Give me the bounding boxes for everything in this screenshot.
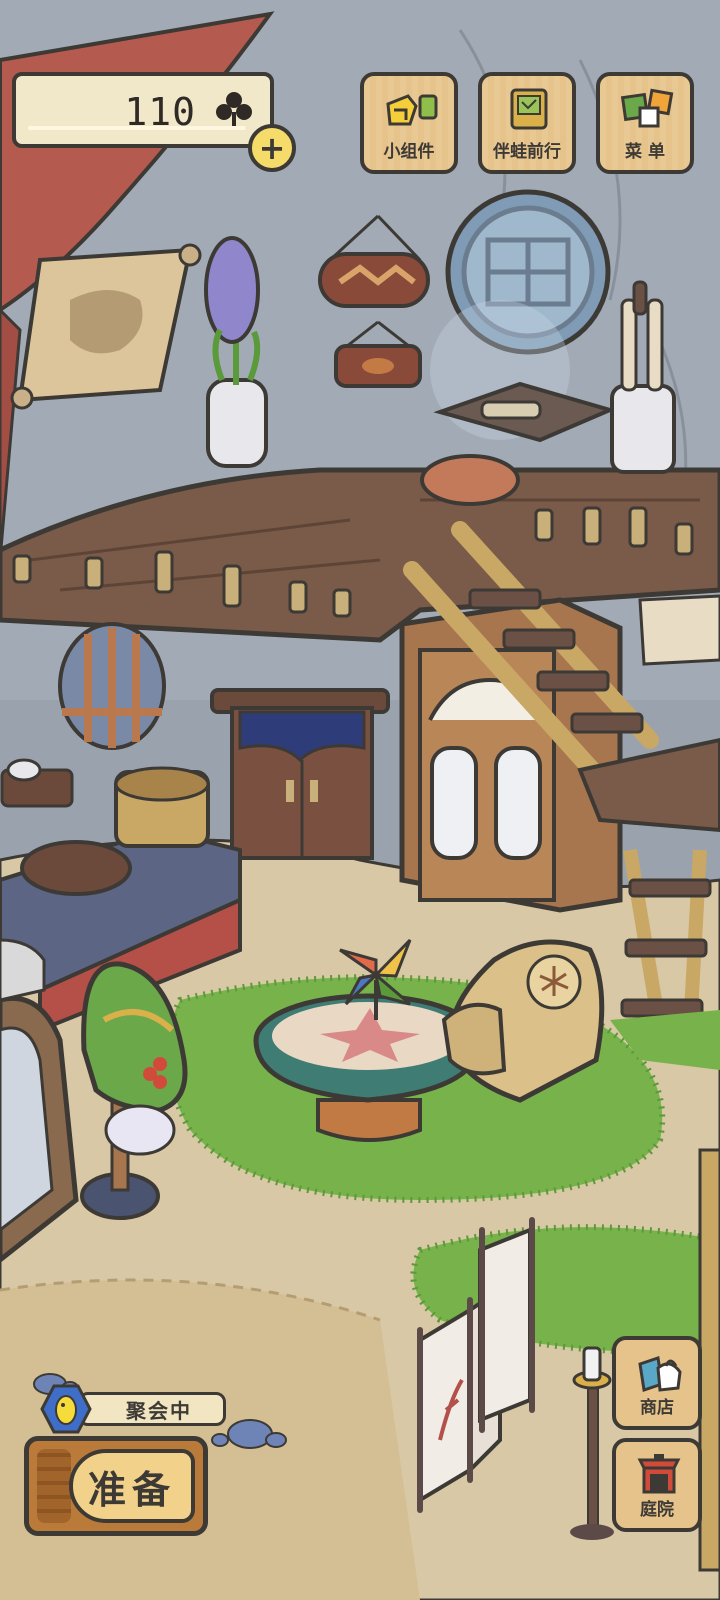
garden-gate-icon	[637, 1454, 681, 1494]
bird-hex-icon	[40, 1384, 92, 1434]
curtained-door	[210, 688, 390, 860]
menu-label: 菜 单	[625, 142, 665, 162]
menu-cards-icon	[620, 88, 674, 128]
travel-album-button[interactable]: 伴蛙前行	[478, 72, 576, 174]
clover-counter: 110	[12, 72, 274, 148]
widget-button[interactable]: 小组件	[360, 72, 458, 174]
travel-album-label: 伴蛙前行	[493, 142, 561, 162]
add-clover-button[interactable]: +	[248, 124, 296, 172]
album-icon	[510, 88, 548, 130]
garden-button[interactable]: 庭院	[612, 1438, 702, 1532]
widget-icon	[386, 94, 438, 126]
prepare-label: 准备	[69, 1449, 195, 1523]
shop-bags-icon	[638, 1356, 682, 1392]
bamboo-pole	[698, 1148, 720, 1572]
widget-label: 小组件	[383, 142, 435, 162]
log-bark	[37, 1449, 71, 1523]
counter-underline	[28, 126, 246, 130]
menu-button[interactable]: 菜 单	[596, 72, 694, 174]
barred-window	[58, 622, 166, 750]
plus-icon: +	[258, 129, 286, 167]
shop-button[interactable]: 商店	[612, 1336, 702, 1430]
party-status-label: 聚会中	[78, 1392, 226, 1426]
hanging-banner	[638, 594, 720, 666]
prepare-button[interactable]: 准备	[24, 1436, 208, 1536]
shop-label: 商店	[640, 1398, 674, 1418]
garden-label: 庭院	[640, 1500, 674, 1520]
hyacinth-vase	[204, 236, 268, 468]
